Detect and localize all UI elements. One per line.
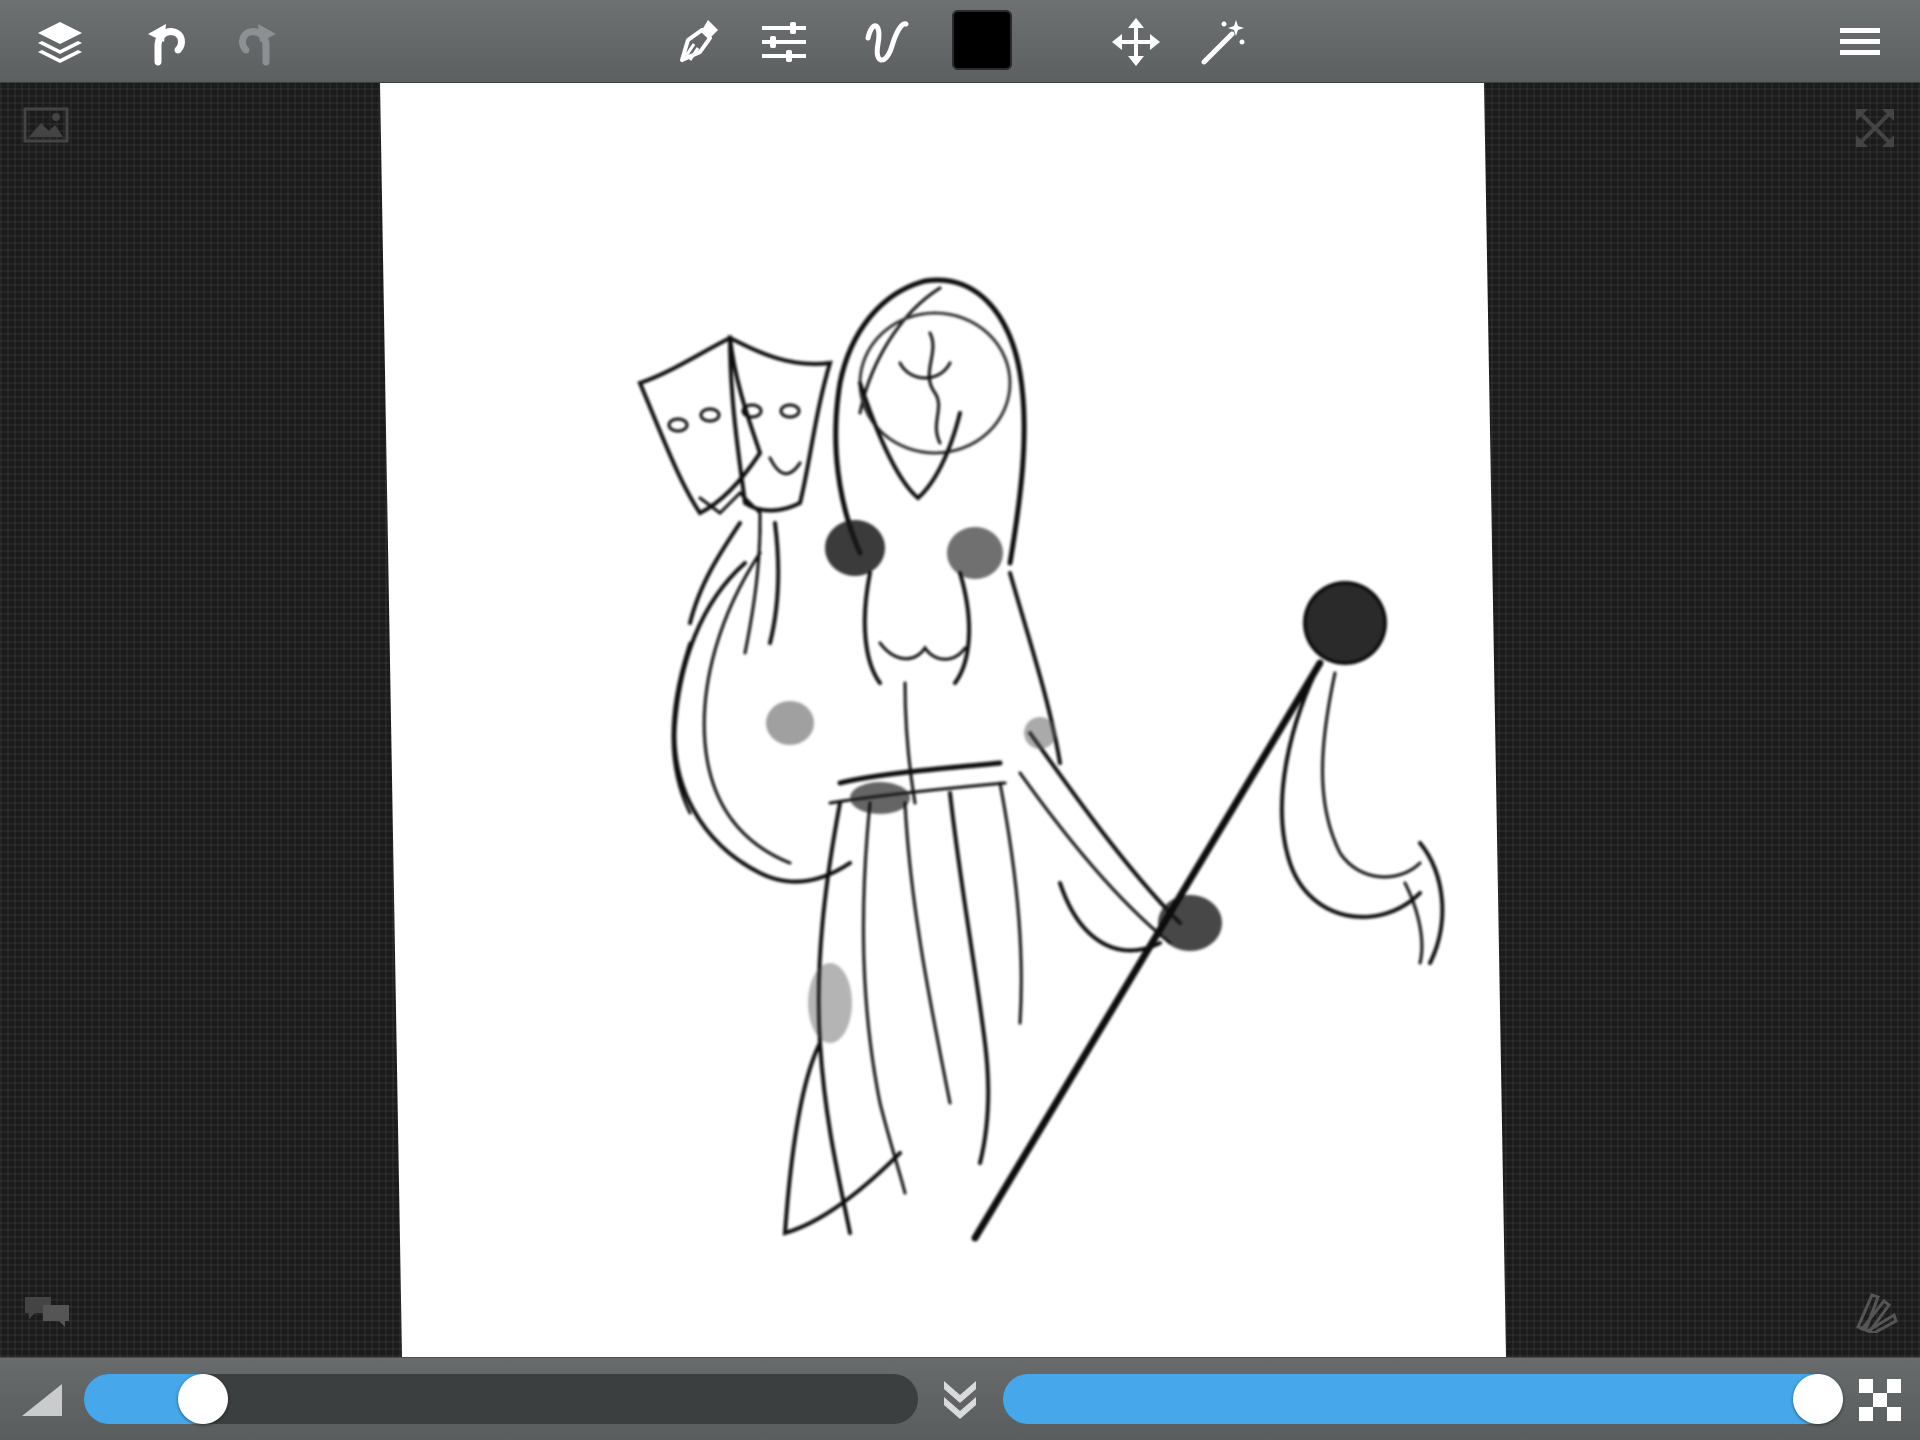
opacity-slider-fill — [1003, 1374, 1843, 1424]
brush-tool-button[interactable] — [666, 10, 730, 74]
brush-size-slider-knob[interactable] — [178, 1374, 228, 1424]
opacity-checker-icon — [1859, 1379, 1901, 1421]
main-menu-button[interactable] — [1828, 10, 1892, 74]
chat-button[interactable] — [22, 1291, 72, 1331]
reference-image-icon — [23, 107, 69, 143]
stroke-icon — [865, 21, 909, 63]
fullscreen-icon — [1856, 109, 1894, 147]
workspace — [0, 83, 1920, 1357]
swatches-icon — [1855, 1293, 1898, 1333]
color-swatch[interactable] — [952, 10, 1012, 70]
stroke-button[interactable] — [854, 10, 918, 74]
brush-size-indicator — [18, 1376, 66, 1424]
brush-size-slider[interactable] — [84, 1374, 918, 1424]
bottom-bar — [0, 1357, 1920, 1440]
top-toolbar — [0, 0, 1920, 83]
chat-icon — [25, 1297, 69, 1327]
layers-button[interactable] — [28, 10, 92, 74]
undo-button[interactable] — [134, 10, 198, 74]
redo-button[interactable] — [226, 10, 290, 74]
opacity-indicator — [1856, 1376, 1904, 1424]
drawing-canvas[interactable] — [0, 83, 1920, 1357]
collapse-icon — [944, 1381, 976, 1419]
reference-image-button[interactable] — [22, 105, 70, 145]
magic-wand-button[interactable] — [1190, 10, 1254, 74]
opacity-slider-knob[interactable] — [1793, 1374, 1843, 1424]
layers-icon — [38, 22, 82, 63]
collapse-button[interactable] — [935, 1374, 985, 1424]
brush-icon — [680, 20, 718, 62]
swatches-button[interactable] — [1850, 1285, 1900, 1335]
redo-icon — [239, 24, 276, 66]
undo-icon — [148, 24, 185, 66]
fullscreen-button[interactable] — [1852, 105, 1898, 151]
move-icon — [1112, 18, 1160, 66]
magic-wand-icon — [1201, 20, 1245, 65]
move-tool-button[interactable] — [1104, 10, 1168, 74]
adjustments-button[interactable] — [752, 10, 816, 74]
adjustments-icon — [762, 22, 806, 62]
opacity-slider[interactable] — [1003, 1374, 1843, 1424]
menu-icon — [1840, 28, 1880, 55]
size-triangle-icon — [22, 1384, 62, 1416]
canvas-page[interactable] — [380, 83, 1506, 1357]
